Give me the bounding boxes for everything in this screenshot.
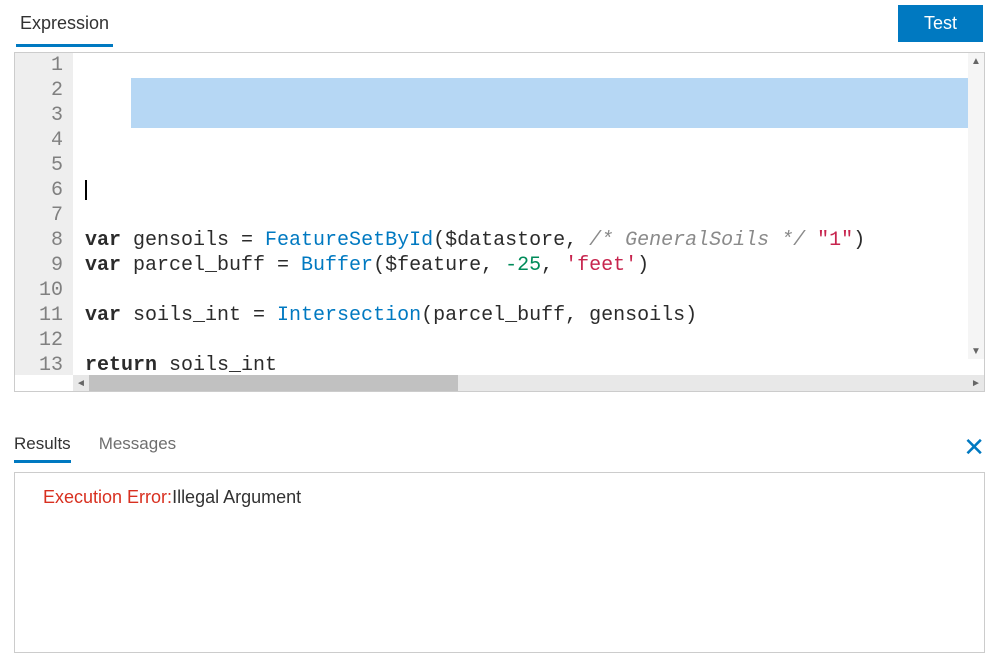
- horizontal-scroll-thumb[interactable]: [89, 375, 458, 391]
- code-line[interactable]: return soils_int: [73, 353, 984, 375]
- code-token: FeatureSetById: [265, 229, 433, 252]
- code-editor[interactable]: 12345678910111213 var gensoils = Feature…: [14, 52, 985, 392]
- horizontal-scroll-track[interactable]: [89, 375, 968, 391]
- line-number: 6: [15, 178, 73, 203]
- code-token: soils_int =: [133, 304, 277, 327]
- test-button-label: Test: [924, 13, 957, 33]
- test-button[interactable]: Test: [898, 5, 983, 42]
- code-token: ): [637, 254, 649, 277]
- code-line[interactable]: var soils_int = Intersection(parcel_buff…: [73, 303, 984, 328]
- scroll-left-icon[interactable]: ◄: [73, 378, 89, 389]
- line-number: 1: [15, 53, 73, 78]
- code-line[interactable]: [73, 153, 984, 178]
- code-line[interactable]: [73, 178, 984, 203]
- line-number: 11: [15, 303, 73, 328]
- code-token: [805, 229, 817, 252]
- line-number: 2: [15, 78, 73, 103]
- close-icon[interactable]: ✕: [963, 434, 985, 460]
- tab-messages-label: Messages: [99, 434, 176, 453]
- error-text: Illegal Argument: [172, 487, 301, 507]
- code-line[interactable]: var gensoils = FeatureSetById($datastore…: [73, 228, 984, 253]
- line-number: 4: [15, 128, 73, 153]
- line-number: 7: [15, 203, 73, 228]
- code-token: soils_int: [157, 354, 277, 375]
- line-number: 12: [15, 328, 73, 353]
- selection-highlight: [131, 78, 984, 128]
- code-token: Buffer: [301, 254, 373, 277]
- code-token: gensoils =: [133, 229, 265, 252]
- code-area[interactable]: var gensoils = FeatureSetById($datastore…: [73, 53, 984, 375]
- code-token: "1": [817, 229, 853, 252]
- tab-results[interactable]: Results: [14, 434, 71, 460]
- line-number: 5: [15, 153, 73, 178]
- code-token: ,: [541, 254, 565, 277]
- code-line[interactable]: [73, 328, 984, 353]
- horizontal-scrollbar[interactable]: ◄ ►: [73, 375, 984, 391]
- code-line[interactable]: [73, 203, 984, 228]
- line-number-gutter: 12345678910111213: [15, 53, 73, 375]
- code-line[interactable]: var parcel_buff = Buffer($feature, -25, …: [73, 253, 984, 278]
- code-token: var: [85, 254, 133, 277]
- code-token: parcel_buff =: [133, 254, 301, 277]
- code-token: /* GeneralSoils */: [589, 229, 805, 252]
- scroll-up-icon[interactable]: ▲: [968, 53, 984, 69]
- line-number: 8: [15, 228, 73, 253]
- code-token: Intersection: [277, 304, 421, 327]
- code-token: ($datastore,: [433, 229, 589, 252]
- tab-messages[interactable]: Messages: [99, 434, 176, 460]
- code-token: var: [85, 304, 133, 327]
- text-cursor: [85, 180, 87, 200]
- code-token: return: [85, 354, 157, 375]
- code-token: -25: [505, 254, 541, 277]
- code-token: var: [85, 229, 133, 252]
- tab-expression[interactable]: Expression: [16, 0, 113, 46]
- code-line[interactable]: [73, 278, 984, 303]
- code-token: 'feet': [565, 254, 637, 277]
- code-token: (parcel_buff, gensoils): [421, 304, 697, 327]
- tab-expression-label: Expression: [20, 13, 109, 34]
- line-number: 10: [15, 278, 73, 303]
- line-number: 13: [15, 353, 73, 375]
- code-token: ): [853, 229, 865, 252]
- scroll-right-icon[interactable]: ►: [968, 378, 984, 389]
- error-label: Execution Error:: [43, 487, 172, 507]
- results-panel: Execution Error:Illegal Argument: [14, 472, 985, 653]
- top-tabbar: Expression Test: [0, 0, 999, 46]
- line-number: 3: [15, 103, 73, 128]
- results-tabbar: Results Messages ✕: [14, 430, 985, 464]
- code-token: ($feature,: [373, 254, 505, 277]
- line-number: 9: [15, 253, 73, 278]
- tab-results-label: Results: [14, 434, 71, 453]
